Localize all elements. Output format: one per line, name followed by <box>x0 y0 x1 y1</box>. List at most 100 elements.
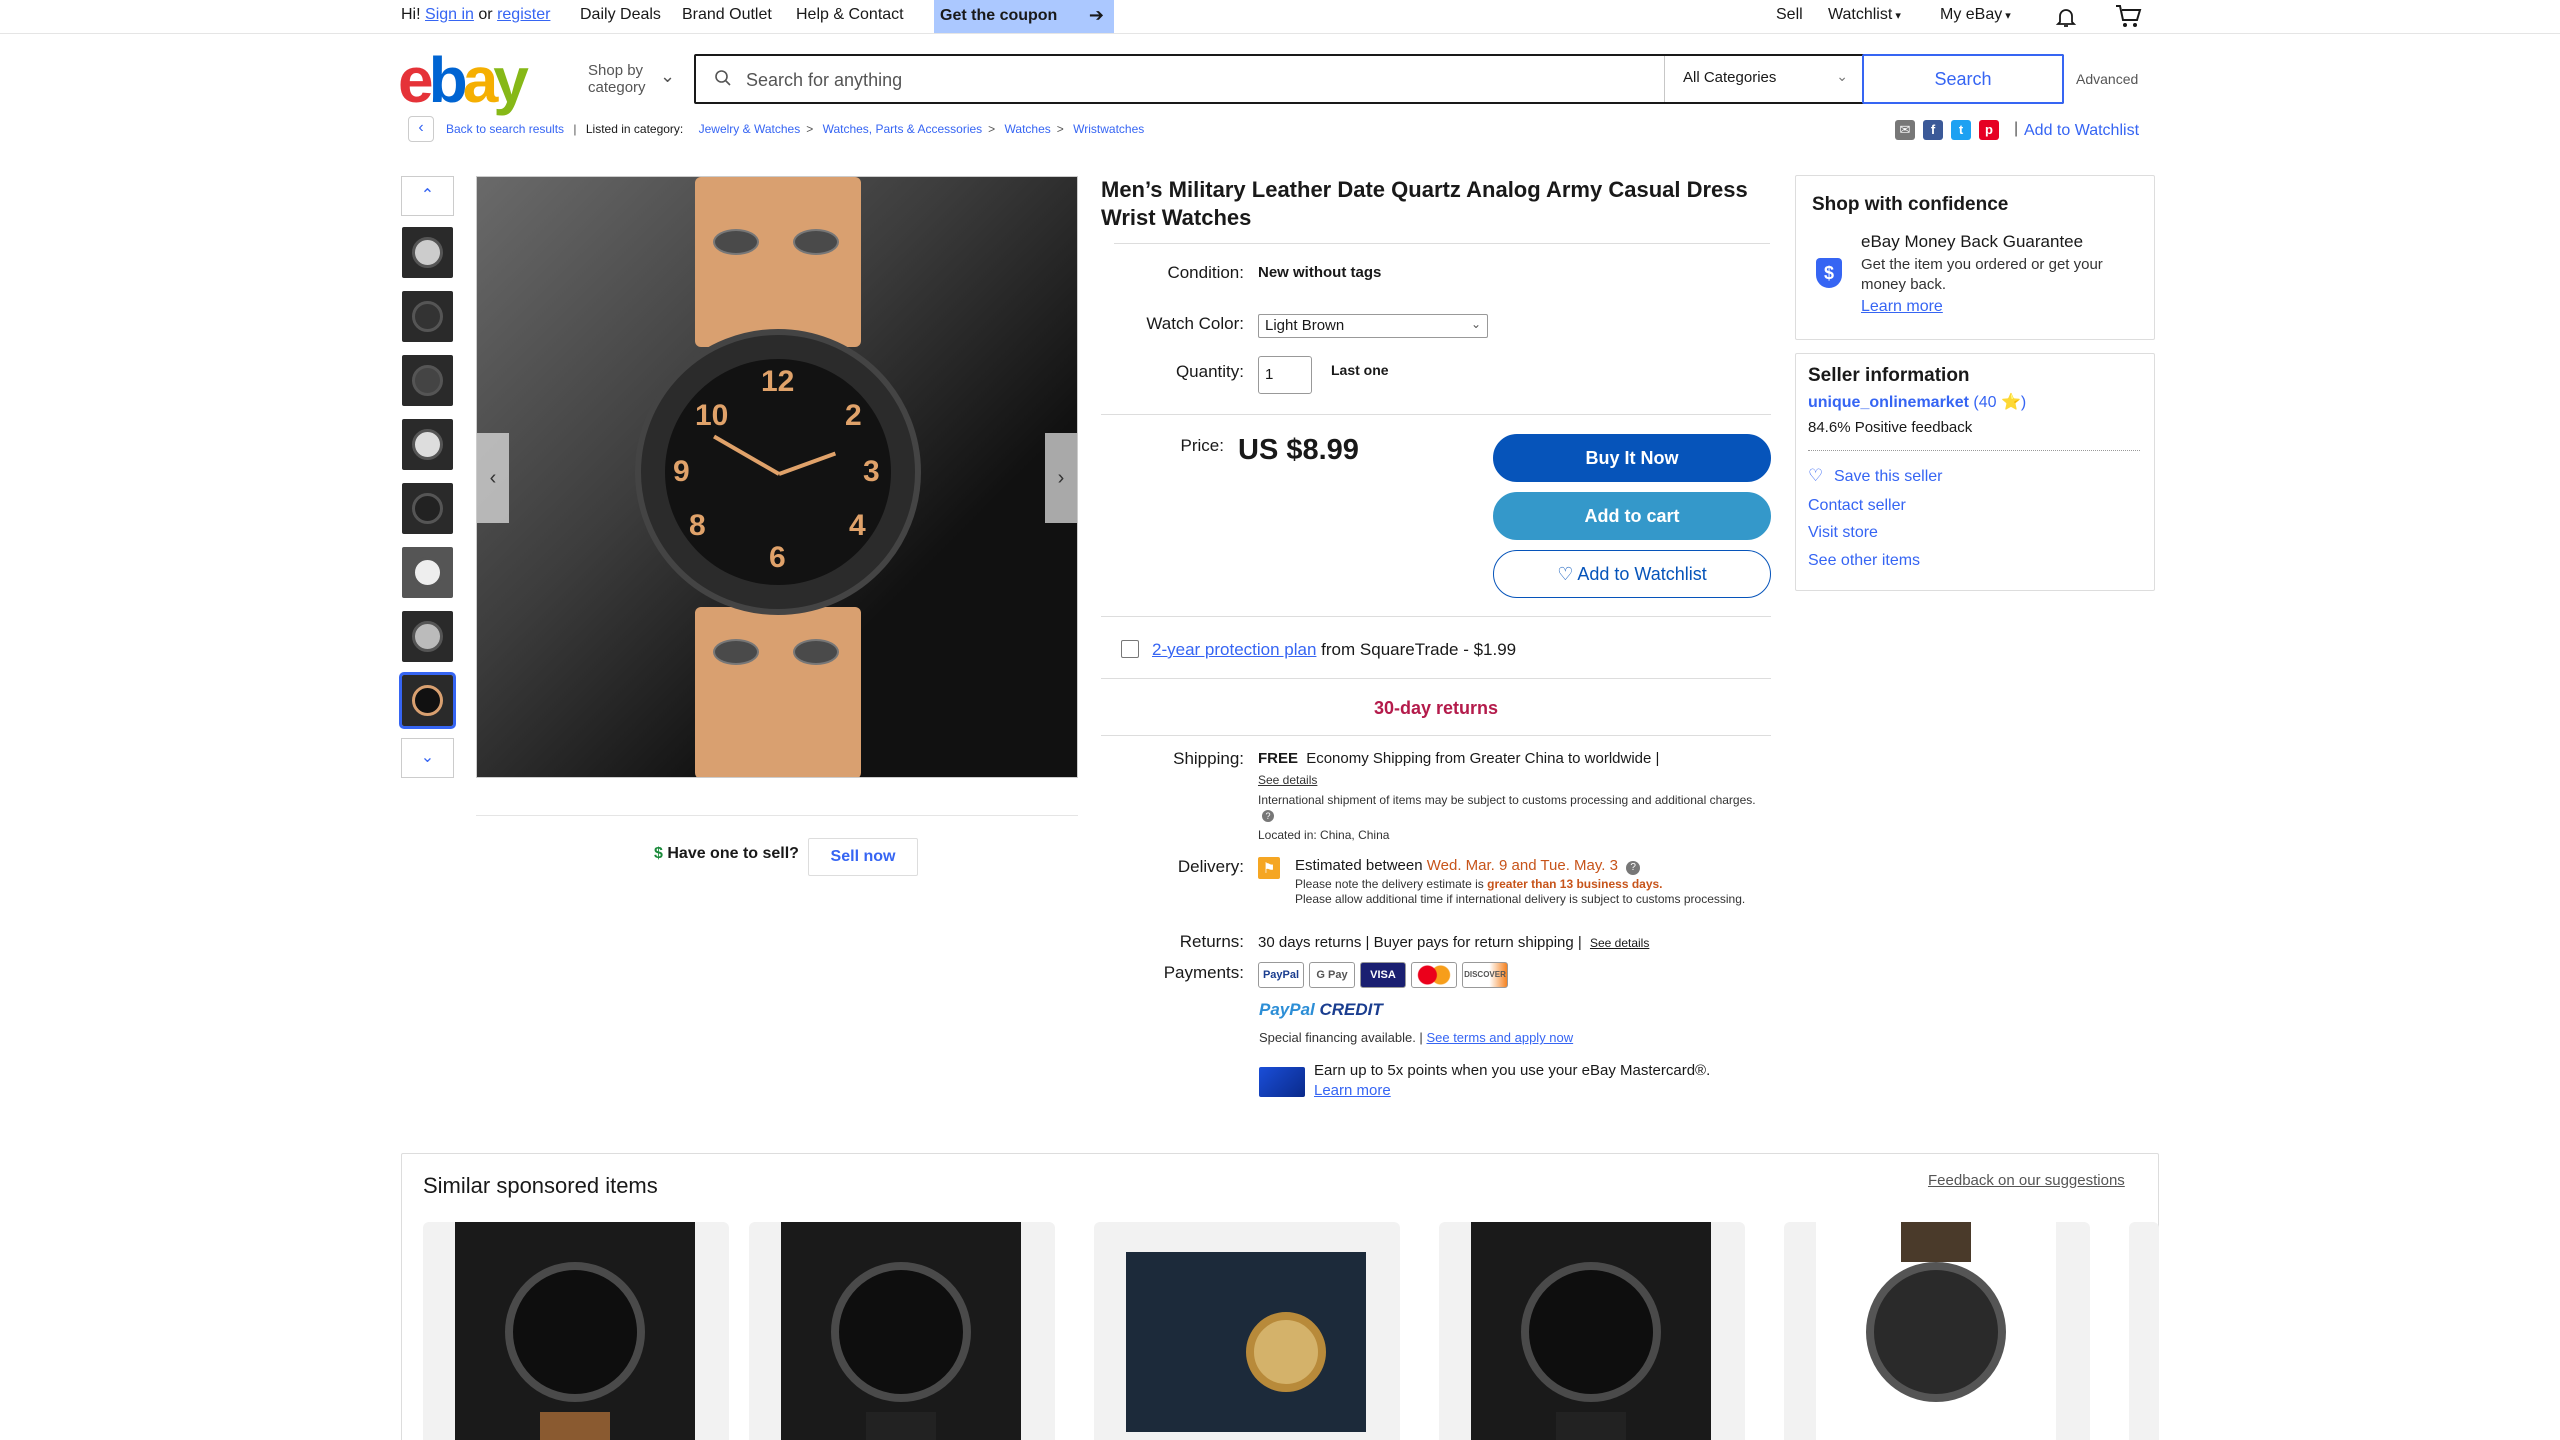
add-to-watchlist-link[interactable]: Add to Watchlist <box>2024 122 2139 140</box>
search-bar: All Categories ⌄ <box>694 54 2064 104</box>
thumbnail-selected[interactable] <box>399 672 456 729</box>
facebook-icon[interactable]: f <box>1923 120 1943 140</box>
greeting: Hi! Sign in or register <box>401 6 550 24</box>
watch-hand <box>713 434 780 476</box>
similar-item-card[interactable] <box>749 1222 1055 1440</box>
cart-icon[interactable] <box>2114 3 2142 29</box>
watch-strap-bottom <box>695 607 861 777</box>
breadcrumb-item-wristwatches[interactable]: Wristwatches <box>1073 122 1144 136</box>
thumbnail[interactable] <box>402 611 453 662</box>
confidence-learn-more-link[interactable]: Learn more <box>1861 298 1943 316</box>
thumbnail[interactable] <box>402 355 453 406</box>
pinterest-icon[interactable]: p <box>1979 120 1999 140</box>
see-other-items-link[interactable]: See other items <box>1808 552 1920 570</box>
contact-seller-link[interactable]: Contact seller <box>1808 497 1906 515</box>
category-select[interactable]: All Categories ⌄ <box>1664 56 1862 102</box>
previous-image-button[interactable]: ‹ <box>477 433 509 523</box>
protection-plan-text: from SquareTrade - $1.99 <box>1321 640 1517 659</box>
similar-item-card[interactable] <box>1784 1222 2090 1440</box>
my-ebay-menu[interactable]: My eBay ▾ <box>1940 6 2011 24</box>
quantity-label: Quantity: <box>1175 362 1244 381</box>
bell-icon[interactable] <box>2054 5 2078 29</box>
returns-badge: 30-day returns <box>1374 698 1499 718</box>
thumbnail-up-button[interactable]: ⌃ <box>401 176 454 216</box>
rivet <box>793 639 839 665</box>
main-product-image[interactable]: 12 10 2 9 3 8 4 6 ‹ › <box>476 176 1078 778</box>
separator: | <box>573 122 577 136</box>
thumbnail[interactable] <box>402 291 453 342</box>
coupon-text: Get the coupon <box>940 7 1058 24</box>
advanced-search-link[interactable]: Advanced <box>2076 71 2138 87</box>
thumbnail[interactable] <box>402 547 453 598</box>
thumbnail-down-button[interactable]: ⌄ <box>401 738 454 778</box>
protection-plan-checkbox[interactable] <box>1121 640 1139 658</box>
chevron-right-icon: > <box>806 122 814 136</box>
visit-store-link[interactable]: Visit store <box>1808 524 1878 542</box>
sign-in-link[interactable]: Sign in <box>425 6 474 23</box>
delivery-note-a: Please note the delivery estimate is <box>1295 877 1484 891</box>
brand-outlet-link[interactable]: Brand Outlet <box>682 6 772 24</box>
buy-it-now-button[interactable]: Buy It Now <box>1493 434 1771 482</box>
sell-link[interactable]: Sell <box>1776 6 1803 24</box>
back-to-search-link[interactable]: Back to search results <box>446 122 564 136</box>
sell-now-button[interactable]: Sell now <box>808 838 918 876</box>
watch-numeral: 6 <box>769 541 786 574</box>
watch-numeral: 2 <box>845 399 862 432</box>
register-link[interactable]: register <box>497 6 550 23</box>
returns-see-details-link[interactable]: See details <box>1590 936 1649 950</box>
search-button[interactable]: Search <box>1862 54 2064 104</box>
info-icon[interactable]: ? <box>1262 810 1274 822</box>
see-terms-link[interactable]: See terms and apply now <box>1426 1030 1573 1045</box>
flag-icon: ⚑ <box>1258 857 1280 879</box>
ebay-logo[interactable]: ebay <box>398 48 529 112</box>
watch-numeral: 4 <box>849 509 866 542</box>
thumbnail[interactable] <box>402 419 453 470</box>
mastercard-learn-more-link[interactable]: Learn more <box>1314 1082 1391 1099</box>
feedback-suggestions-link[interactable]: Feedback on our suggestions <box>1928 1172 2125 1189</box>
email-share-icon[interactable]: ✉ <box>1895 120 1915 140</box>
shipping-label: Shipping: <box>1173 749 1244 768</box>
quantity-input[interactable]: 1 <box>1258 356 1312 394</box>
watch-color-value: Light Brown <box>1265 317 1345 334</box>
watch-color-select[interactable]: Light Brown ⌄ <box>1258 314 1488 338</box>
breadcrumb-item-jewelry[interactable]: Jewelry & Watches <box>699 122 801 136</box>
help-contact-link[interactable]: Help & Contact <box>796 6 904 24</box>
watchlist-menu[interactable]: Watchlist ▾ <box>1828 6 1901 24</box>
seller-name-link[interactable]: unique_onlinemarket <box>1808 394 1969 411</box>
divider <box>1101 616 1771 617</box>
search-input[interactable] <box>746 66 1646 94</box>
thumbnail[interactable] <box>402 483 453 534</box>
visa-icon: VISA <box>1360 962 1406 988</box>
similar-item-card[interactable] <box>1094 1222 1400 1440</box>
similar-item-card[interactable] <box>1439 1222 1745 1440</box>
chevron-down-icon: ⌄ <box>660 66 676 86</box>
save-seller[interactable]: ♡ Save this seller <box>1808 466 1942 486</box>
shipping-see-details-link[interactable]: See details <box>1258 773 1317 788</box>
next-image-button[interactable]: › <box>1045 433 1077 523</box>
color-label: Watch Color: <box>1146 314 1244 333</box>
rivet <box>713 639 759 665</box>
shipping-free: FREE <box>1258 750 1299 767</box>
daily-deals-link[interactable]: Daily Deals <box>580 6 661 24</box>
chevron-down-icon: ▾ <box>2005 10 2011 22</box>
seller-rating[interactable]: (40 ⭐) <box>1973 394 2026 411</box>
shop-by-category[interactable]: Shop by category ⌄ <box>588 62 675 96</box>
add-to-cart-button[interactable]: Add to cart <box>1493 492 1771 540</box>
breadcrumb-item-watches[interactable]: Watches <box>1005 122 1051 136</box>
thumbnail[interactable] <box>402 227 453 278</box>
protection-plan-link[interactable]: 2-year protection plan <box>1152 640 1316 659</box>
add-to-watchlist-button[interactable]: ♡ Add to Watchlist <box>1493 550 1771 598</box>
ebay-mastercard-icon <box>1259 1067 1305 1097</box>
info-icon[interactable]: ? <box>1626 861 1641 875</box>
international-note-text: International shipment of items may be s… <box>1258 793 1756 807</box>
discover-icon: DISCOVER <box>1462 962 1508 988</box>
price-label: Price: <box>1180 436 1224 455</box>
back-arrow-icon[interactable]: ‹ <box>408 116 434 142</box>
breadcrumb-item-watches-parts[interactable]: Watches, Parts & Accessories <box>823 122 983 136</box>
similar-item-card-partial[interactable] <box>2129 1222 2159 1440</box>
similar-item-card[interactable] <box>423 1222 729 1440</box>
coupon-banner[interactable]: Get the coupon ➔ <box>934 0 1114 33</box>
mastercard-icon: MC <box>1411 962 1457 988</box>
twitter-icon[interactable]: t <box>1951 120 1971 140</box>
have-one-to-sell: $ Have one to sell? <box>654 845 799 863</box>
